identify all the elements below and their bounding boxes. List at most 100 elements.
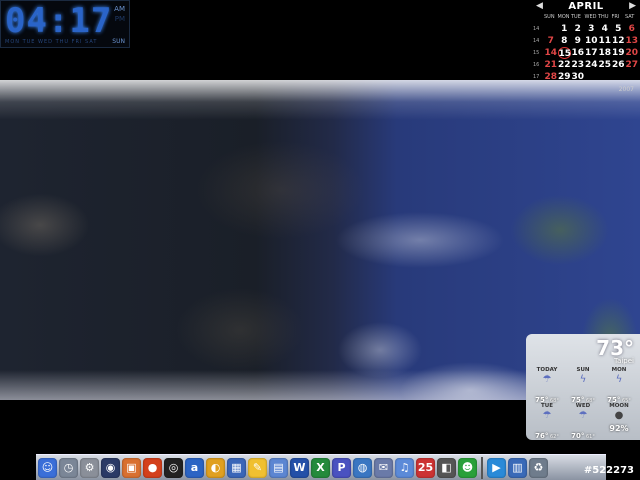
firefox-icon[interactable]: ● bbox=[143, 457, 162, 478]
image-icon[interactable]: ◧ bbox=[437, 457, 456, 478]
weekday-header: SUN bbox=[544, 14, 555, 20]
calendar-day[interactable]: 14 bbox=[544, 47, 558, 59]
forecast-low: 62° bbox=[548, 434, 559, 440]
calendar-widget: ◀ APRIL ▶ SUN MON TUE WED THU FRI SAT 14 14 15 16… bbox=[530, 0, 640, 92]
forecast-high: 70° bbox=[571, 432, 585, 440]
clock-icon[interactable]: ◷ bbox=[59, 457, 78, 478]
forecast-day: TUE ☂ 76° 62° bbox=[530, 403, 564, 442]
next-month-icon[interactable]: ▶ bbox=[629, 1, 636, 11]
forecast-high: 76° bbox=[535, 432, 549, 440]
week-number: 14 bbox=[533, 26, 540, 32]
week-number: 14 bbox=[533, 38, 540, 44]
calendar-day[interactable]: 1 bbox=[558, 23, 572, 35]
clock-current-day: SUN bbox=[112, 38, 125, 45]
calendar-day[interactable]: 4 bbox=[598, 23, 612, 35]
moon-value: 92% bbox=[609, 424, 629, 433]
forecast-temps: 70° 61° bbox=[566, 423, 600, 442]
weekday-header: WED bbox=[584, 14, 597, 20]
clock-am-label: AM bbox=[114, 5, 125, 13]
calendar-day[interactable]: 16 bbox=[571, 47, 585, 59]
clock-pm-label: PM bbox=[114, 15, 125, 23]
calendar-day[interactable]: 20 bbox=[625, 47, 639, 59]
dock-separator bbox=[481, 456, 483, 479]
weather-city: Taipei bbox=[613, 357, 634, 365]
forecast-day: TODAY ☂ 75° 68° bbox=[530, 367, 564, 406]
calendar-icon[interactable]: 25 bbox=[416, 457, 435, 478]
mail-icon[interactable]: ✉ bbox=[374, 457, 393, 478]
calendar-day[interactable]: 26 bbox=[612, 59, 626, 71]
play-icon[interactable]: ▶ bbox=[487, 457, 506, 478]
clock-weekdays: MON TUE WED THU FRI SAT bbox=[5, 39, 98, 45]
week-number: 16 bbox=[533, 62, 540, 68]
rain-icon: ☂ bbox=[542, 410, 552, 421]
forecast-day: SUN ϟ 75° 68° bbox=[566, 367, 600, 406]
system-prefs-icon[interactable]: ⚙ bbox=[80, 457, 99, 478]
trash-icon[interactable]: ♻ bbox=[529, 457, 548, 478]
word-icon[interactable]: W bbox=[290, 457, 309, 478]
calendar-day[interactable]: 12 bbox=[612, 35, 626, 47]
weekday-header: MON bbox=[557, 14, 570, 20]
forecast-temps: 76° 62° bbox=[530, 423, 564, 442]
weekday-header: THU bbox=[598, 14, 609, 20]
calendar-day[interactable]: 3 bbox=[585, 23, 599, 35]
calendar-day[interactable]: 6 bbox=[625, 23, 639, 35]
clock-time: 04:17 bbox=[5, 1, 113, 41]
wallpaper-credit: 2007 bbox=[618, 86, 634, 93]
weekday-header: SAT bbox=[625, 14, 635, 20]
network-icon[interactable]: ▦ bbox=[227, 457, 246, 478]
calendar-day[interactable]: 25 bbox=[598, 59, 612, 71]
week-number: 15 bbox=[533, 50, 540, 56]
calendar-day[interactable]: 9 bbox=[571, 35, 585, 47]
calendar-day[interactable]: 7 bbox=[544, 35, 558, 47]
clock-widget[interactable]: 04:17 AM PM MON TUE WED THU FRI SAT SUN bbox=[0, 0, 130, 48]
calendar-day[interactable]: 24 bbox=[585, 59, 599, 71]
powerpoint-icon[interactable]: P bbox=[332, 457, 351, 478]
excel-icon[interactable]: X bbox=[311, 457, 330, 478]
calendar-day[interactable]: 5 bbox=[612, 23, 626, 35]
calendar-day[interactable]: 8 bbox=[558, 35, 572, 47]
finder-icon[interactable]: ☺ bbox=[38, 457, 57, 478]
eye-icon[interactable]: ◎ bbox=[164, 457, 183, 478]
forecast-low: 61° bbox=[584, 434, 595, 440]
forecast-day: WED ☂ 70° 61° bbox=[566, 403, 600, 442]
storm-icon: ϟ bbox=[579, 374, 587, 385]
calendar-day[interactable]: 27 bbox=[625, 59, 639, 71]
server-icon[interactable]: ▥ bbox=[508, 457, 527, 478]
safari-icon[interactable]: ◐ bbox=[206, 457, 225, 478]
preview-icon[interactable]: ▤ bbox=[269, 457, 288, 478]
calendar-day-grid: 1 2 3 4 5 6 7 8 9 10 11 12 13 14 15 16 17 18 19 20 21 22 23 24 2… bbox=[544, 23, 640, 83]
rain-icon: ☂ bbox=[578, 410, 588, 421]
calendar-day[interactable]: 21 bbox=[544, 59, 558, 71]
calendar-day[interactable]: 22 bbox=[558, 59, 572, 71]
calendar-header: ◀ APRIL ▶ bbox=[536, 1, 636, 13]
amazon-icon[interactable]: a bbox=[185, 457, 204, 478]
calendar-day[interactable]: 19 bbox=[612, 47, 626, 59]
itunes-icon[interactable]: ♫ bbox=[395, 457, 414, 478]
empty-day bbox=[544, 23, 558, 35]
calendar-day[interactable]: 13 bbox=[625, 35, 639, 47]
rain-icon: ☂ bbox=[542, 374, 552, 385]
moon-phase: MOON ● 92% bbox=[602, 403, 636, 435]
globe-icon[interactable]: ◍ bbox=[353, 457, 372, 478]
weekday-header: TUE bbox=[571, 14, 581, 20]
calendar-day[interactable]: 18 bbox=[598, 47, 612, 59]
forecast-row-1: TODAY ☂ 75° 68° SUN ϟ 75° 68° MON ϟ 75° 65° bbox=[526, 367, 640, 406]
notes-icon[interactable]: ✎ bbox=[248, 457, 267, 478]
moon-icon: ● bbox=[614, 410, 624, 421]
messenger-icon[interactable]: ☻ bbox=[458, 457, 477, 478]
calendar-day[interactable]: 11 bbox=[598, 35, 612, 47]
calendar-day[interactable]: 17 bbox=[585, 47, 599, 59]
calendar-day[interactable]: 10 bbox=[585, 35, 599, 47]
watermark: #522273 bbox=[583, 465, 634, 476]
weekday-header: FRI bbox=[611, 14, 620, 20]
forecast-row-2: TUE ☂ 76° 62° WED ☂ 70° 61° MOON ● 92% bbox=[526, 403, 640, 442]
dashboard-icon[interactable]: ◉ bbox=[101, 457, 120, 478]
forecast-day: MON ϟ 75° 65° bbox=[602, 367, 636, 406]
weather-widget[interactable]: 73° Taipei TODAY ☂ 75° 68° SUN ϟ 75° 68° MON ϟ 7… bbox=[526, 334, 640, 440]
dock: ☺ ◷ ⚙ ◉ ▣ ● ◎ a ◐ ▦ ✎ ▤ W X P ◍ ✉ ♫ 25 ◧ ☻ ▶ ▥ ♻ bbox=[36, 454, 606, 480]
calendar-day[interactable]: 23 bbox=[571, 59, 585, 71]
calendar-day[interactable]: 2 bbox=[571, 23, 585, 35]
calendar-day-today[interactable]: 15 bbox=[557, 47, 571, 59]
photo-icon[interactable]: ▣ bbox=[122, 457, 141, 478]
calendar-month: APRIL bbox=[568, 1, 604, 12]
